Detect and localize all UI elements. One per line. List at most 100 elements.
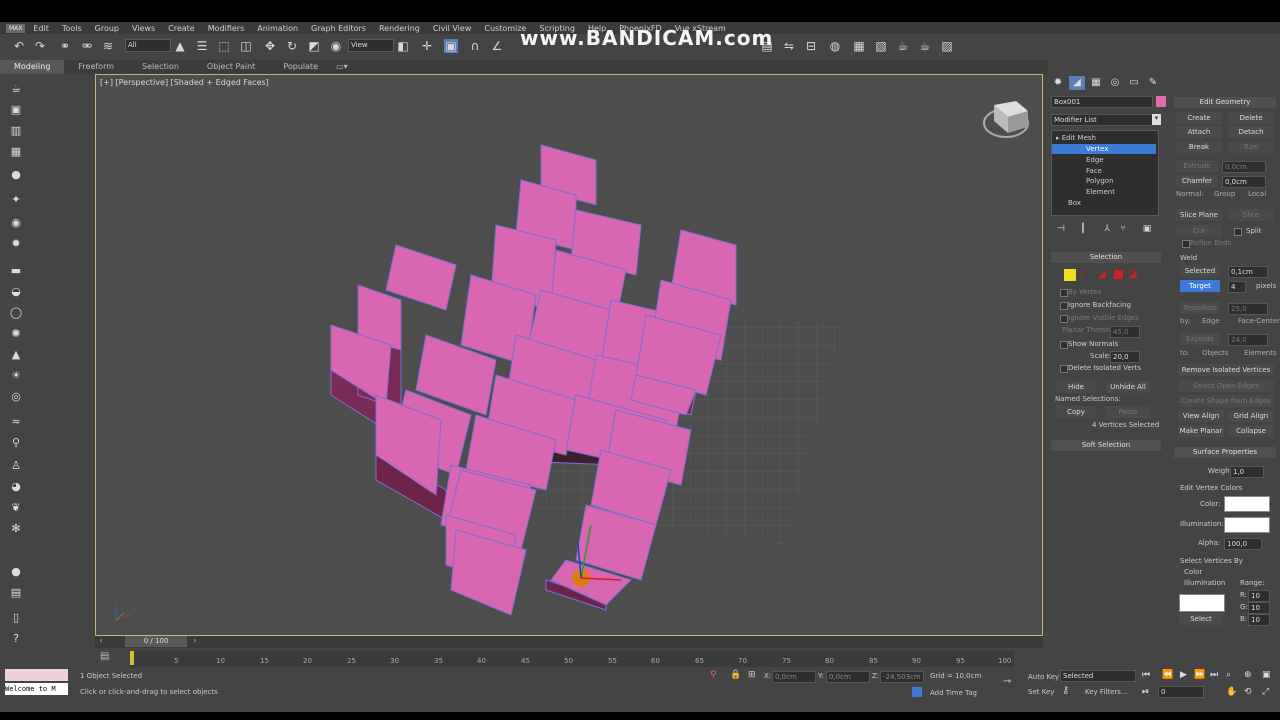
align-icon[interactable]: ⊟ [804,39,818,53]
collapse-button[interactable]: Collapse [1228,425,1274,437]
menu-views[interactable]: Views [132,24,155,33]
mirror-icon[interactable]: ⇋ [782,39,796,53]
selection-lock-icon[interactable]: 🔒 [730,670,741,680]
explode-field[interactable]: 24,0 [1228,334,1268,346]
maxscript-listener-top[interactable] [5,669,68,681]
select-open-edges-button[interactable]: Select Open Edges [1178,380,1274,392]
tessellate-button[interactable]: Tessellate [1180,302,1220,314]
placement-icon[interactable]: ◉ [329,39,343,53]
create-shape-button[interactable]: Create Shape from Edges [1178,395,1274,407]
menu-rendering[interactable]: Rendering [379,24,420,33]
sun-icon[interactable]: ☀ [9,369,23,383]
weld-selected-button[interactable]: Selected [1180,265,1220,277]
show-end-result-icon[interactable]: ┃ [1076,222,1090,236]
g-range-field[interactable]: 10 [1248,602,1270,614]
stack-item-vertex[interactable]: Vertex [1052,144,1156,154]
stack-item-face[interactable]: Face [1086,166,1102,176]
unhide-all-button[interactable]: Unhide All [1106,381,1150,393]
menu-group[interactable]: Group [95,24,119,33]
scale-icon[interactable]: ◩ [307,39,321,53]
spacewarp-icon[interactable]: ✹ [9,237,23,251]
paw-icon[interactable]: ✺ [9,327,23,341]
tessellate-edge-radio[interactable]: Edge [1202,317,1220,325]
motion-tab-icon[interactable]: ◎ [1107,76,1123,90]
tab-populate[interactable]: Populate [269,60,332,74]
key-mode-icon[interactable]: ⏯ [1142,687,1149,697]
orbit-icon[interactable]: ⟲ [1244,687,1252,697]
window-crossing-icon[interactable]: ◫ [239,39,253,53]
break-button[interactable]: Break [1176,141,1222,153]
track-bar[interactable]: 0 5 10 15 20 25 30 35 40 45 50 55 60 65 … [130,651,1014,667]
turn-button[interactable]: Turn [1228,141,1274,153]
cone-icon[interactable]: ▲ [9,348,23,362]
slice-button[interactable]: Slice [1228,209,1274,221]
rect-selection-icon[interactable]: ⬚ [217,39,231,53]
selection-filter-dropdown[interactable]: All [125,39,171,52]
undo-icon[interactable]: ↶ [12,39,26,53]
extrude-button[interactable]: Extrude [1176,160,1218,172]
zoom-all-icon[interactable]: ⊕ [1244,670,1252,680]
hair-icon[interactable]: ≈ [9,415,23,429]
table-icon[interactable]: ▤ [9,586,23,600]
plane-icon[interactable]: ▬ [9,264,23,278]
weld-target-field[interactable]: 4 [1228,281,1246,293]
sphere-material-icon[interactable]: ● [9,565,23,579]
refine-ends-checkbox[interactable] [1182,240,1190,248]
render-activeshade-icon[interactable]: ▨ [940,39,954,53]
chevron-down-icon[interactable]: ▾ [1152,114,1161,125]
select-by-color-button[interactable]: Select [1179,613,1223,625]
create-button[interactable]: Create [1176,112,1222,124]
time-tag-icon[interactable] [912,687,922,697]
utilities-tab-icon[interactable]: ✎ [1145,76,1161,90]
absolute-mode-icon[interactable]: ⊞ [748,670,756,680]
weld-target-button[interactable]: Target [1180,280,1220,292]
move-icon[interactable]: ✥ [263,39,277,53]
prev-frame-icon[interactable]: ⏪ [1162,670,1173,680]
angle-snap-icon[interactable]: ∠ [490,39,504,53]
create-tab-icon[interactable]: ✹ [1050,76,1066,90]
ribbon-options-icon[interactable]: ▭▾ [332,60,352,74]
ignore-visible-edges-checkbox[interactable] [1060,315,1068,323]
chamfer-button[interactable]: Chamfer [1176,175,1218,187]
extrude-field[interactable]: 0,0cm [1222,161,1266,173]
rendered-frame-icon[interactable]: ▧ [874,39,888,53]
menu-animation[interactable]: Animation [257,24,298,33]
display-tab-icon[interactable]: ▭ [1126,76,1142,90]
layer-icon[interactable]: ▥ [9,124,23,138]
pan-icon[interactable]: ✋ [1226,687,1237,697]
material-editor-icon[interactable]: ◍ [828,39,842,53]
globe-icon[interactable]: ◕ [9,480,23,494]
time-prev-icon[interactable]: ‹ [95,636,107,648]
planar-thresh-field[interactable]: 45,0 [1110,326,1140,338]
attach-button[interactable]: Attach [1176,126,1222,138]
menu-modifiers[interactable]: Modifiers [208,24,245,33]
surface-properties-rollout-header[interactable]: Surface Properties [1174,447,1276,458]
link-icon[interactable]: ⚭ [58,39,72,53]
ignore-backfacing-checkbox[interactable] [1060,302,1068,310]
next-frame-icon[interactable]: ⏩ [1194,670,1205,680]
soft-selection-rollout-header[interactable]: Soft Selection [1051,440,1161,451]
menu-tools[interactable]: Tools [62,24,82,33]
camera-icon[interactable]: ✦ [9,193,23,207]
mesh-object[interactable] [330,144,737,616]
tab-modeling[interactable]: Modeling [0,60,65,74]
key-selection-dropdown[interactable]: Selected [1060,670,1136,682]
menu-create[interactable]: Create [168,24,195,33]
stack-item-polygon[interactable]: Polygon [1086,176,1114,186]
modifier-list-dropdown[interactable]: Modifier List [1051,114,1153,126]
illumination-color-swatch[interactable] [1224,517,1270,533]
play-icon[interactable]: ▶ [1180,670,1187,680]
explode-objects-radio[interactable]: Objects [1202,349,1228,357]
key-filters-button[interactable]: Key Filters... [1085,688,1128,696]
select-by-color-radio[interactable]: Color [1184,568,1202,576]
mini-curve-editor-icon[interactable]: ▤ [100,651,118,665]
select-by-illumination-radio[interactable]: Illumination [1184,579,1225,587]
show-normals-checkbox[interactable] [1060,341,1068,349]
helper-icon[interactable]: ◉ [9,216,23,230]
object-color-swatch[interactable] [1156,96,1166,107]
set-key-icon[interactable]: ⊸ [1003,676,1011,687]
maxscript-listener-input[interactable]: Welcome to M [5,683,68,695]
vertex-mode-icon[interactable] [1064,269,1076,281]
current-frame-field[interactable]: 0 [1158,686,1204,698]
grid-icon[interactable]: ▦ [9,145,23,159]
